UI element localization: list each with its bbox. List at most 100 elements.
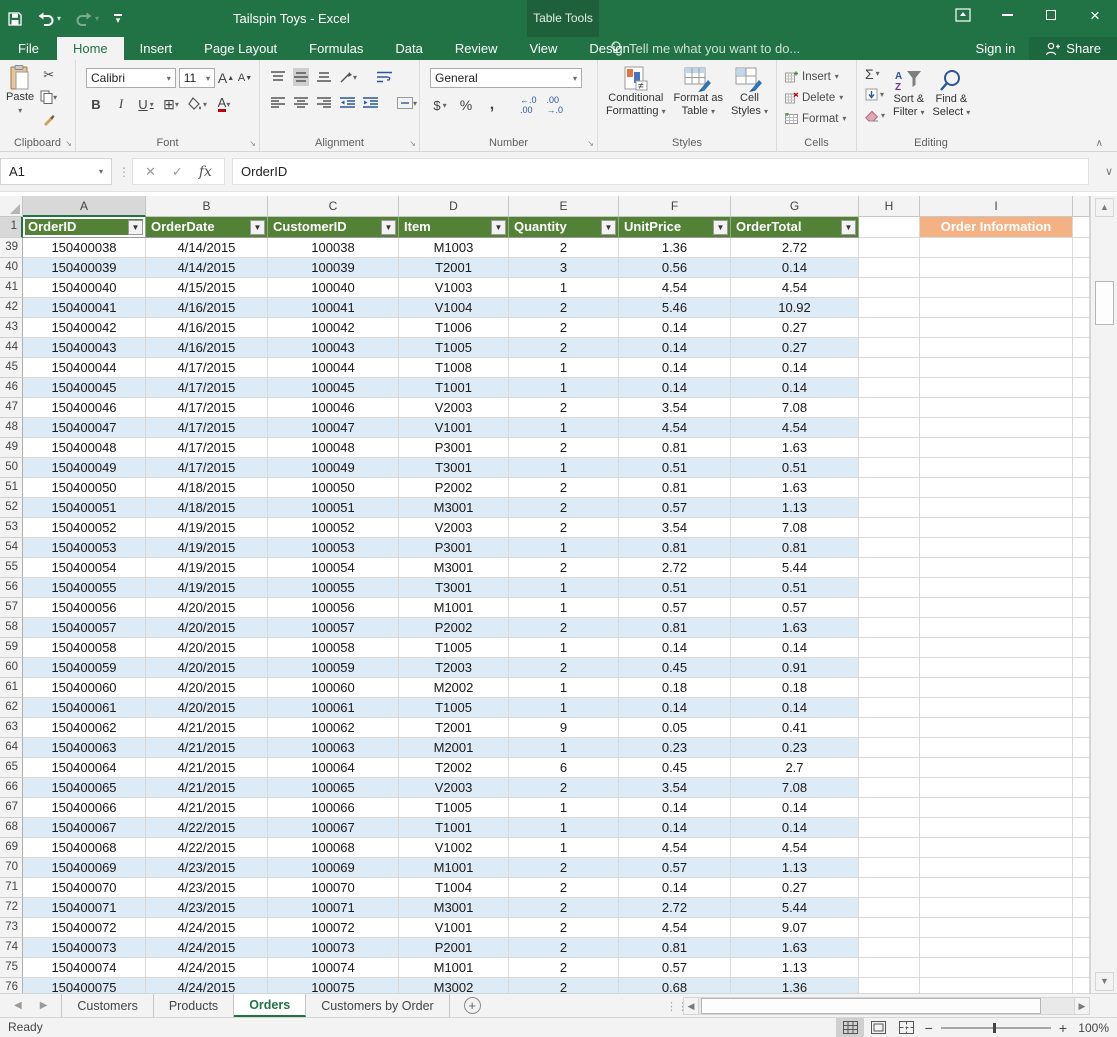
- cell-E52[interactable]: 2: [509, 498, 619, 518]
- cell-E67[interactable]: 1: [509, 798, 619, 818]
- cell-partial[interactable]: [1073, 558, 1090, 578]
- tab-formulas[interactable]: Formulas: [293, 37, 379, 60]
- cell-G67[interactable]: 0.14: [731, 798, 859, 818]
- cell-E59[interactable]: 1: [509, 638, 619, 658]
- cell-H45[interactable]: [859, 358, 920, 378]
- row-header-1[interactable]: 1: [0, 217, 23, 238]
- cell-G59[interactable]: 0.14: [731, 638, 859, 658]
- cell-B62[interactable]: 4/20/2015: [146, 698, 268, 718]
- cell-E69[interactable]: 1: [509, 838, 619, 858]
- cell-G69[interactable]: 4.54: [731, 838, 859, 858]
- cell-A62[interactable]: 150400061: [23, 698, 146, 718]
- select-all-corner[interactable]: [0, 196, 23, 217]
- scroll-down-arrow[interactable]: ▼: [1095, 972, 1114, 991]
- cell-G64[interactable]: 0.23: [731, 738, 859, 758]
- cell-E63[interactable]: 9: [509, 718, 619, 738]
- cell-A75[interactable]: 150400074: [23, 958, 146, 978]
- cell-F76[interactable]: 0.68: [619, 978, 731, 993]
- cell-F58[interactable]: 0.81: [619, 618, 731, 638]
- cell-F62[interactable]: 0.14: [619, 698, 731, 718]
- row-header-50[interactable]: 50: [0, 458, 23, 478]
- cell-B47[interactable]: 4/17/2015: [146, 398, 268, 418]
- cell-C55[interactable]: 100054: [268, 558, 399, 578]
- cell-styles-button[interactable]: CellStyles ▾: [731, 62, 768, 118]
- cell-H73[interactable]: [859, 918, 920, 938]
- filter-button-orderid[interactable]: ▼: [128, 220, 143, 235]
- find-select-button[interactable]: Find &Select ▾: [933, 64, 971, 125]
- cell-partial[interactable]: [1073, 938, 1090, 958]
- cell-F48[interactable]: 4.54: [619, 418, 731, 438]
- zoom-out-button[interactable]: −: [925, 1020, 933, 1036]
- cell-A72[interactable]: 150400071: [23, 898, 146, 918]
- tab-insert[interactable]: Insert: [124, 37, 189, 60]
- row-header-74[interactable]: 74: [0, 938, 23, 958]
- cell-D70[interactable]: M1001: [399, 858, 509, 878]
- formula-bar-handle[interactable]: ⋮: [118, 158, 130, 185]
- cell-partial[interactable]: [1073, 818, 1090, 838]
- cell-H50[interactable]: [859, 458, 920, 478]
- clipboard-dialog-launcher[interactable]: ↘: [65, 139, 72, 148]
- cell-partial[interactable]: [1073, 838, 1090, 858]
- cell-H71[interactable]: [859, 878, 920, 898]
- cell-F47[interactable]: 3.54: [619, 398, 731, 418]
- table-header-quantity[interactable]: Quantity▼: [509, 217, 619, 238]
- cell-F72[interactable]: 2.72: [619, 898, 731, 918]
- tab-page-layout[interactable]: Page Layout: [188, 37, 293, 60]
- row-header-57[interactable]: 57: [0, 598, 23, 618]
- filter-button-ordertotal[interactable]: ▼: [841, 220, 856, 235]
- cell-C62[interactable]: 100061: [268, 698, 399, 718]
- row-header-60[interactable]: 60: [0, 658, 23, 678]
- cell-partial[interactable]: [1073, 238, 1090, 258]
- italic-button[interactable]: I: [113, 95, 129, 113]
- row-header-76[interactable]: 76: [0, 978, 23, 993]
- cell-I61[interactable]: [920, 678, 1073, 698]
- cell-G39[interactable]: 2.72: [731, 238, 859, 258]
- cell-partial[interactable]: [1073, 918, 1090, 938]
- page-break-view-button[interactable]: [892, 1018, 920, 1037]
- filter-button-orderdate[interactable]: ▼: [250, 220, 265, 235]
- orientation-button[interactable]: ▾: [339, 68, 357, 86]
- cell-partial[interactable]: [1073, 858, 1090, 878]
- cell-D39[interactable]: M1003: [399, 238, 509, 258]
- cell-partial[interactable]: [1073, 578, 1090, 598]
- cell-G51[interactable]: 1.63: [731, 478, 859, 498]
- cell-H44[interactable]: [859, 338, 920, 358]
- cell-B69[interactable]: 4/22/2015: [146, 838, 268, 858]
- cell-D53[interactable]: V2003: [399, 518, 509, 538]
- cell-E54[interactable]: 1: [509, 538, 619, 558]
- cell-B49[interactable]: 4/17/2015: [146, 438, 268, 458]
- cell-E57[interactable]: 1: [509, 598, 619, 618]
- cell-F65[interactable]: 0.45: [619, 758, 731, 778]
- cell-B74[interactable]: 4/24/2015: [146, 938, 268, 958]
- borders-button[interactable]: ⊞▾: [163, 95, 179, 113]
- cell-partial[interactable]: [1073, 278, 1090, 298]
- cell-partial[interactable]: [1073, 458, 1090, 478]
- cell-I64[interactable]: [920, 738, 1073, 758]
- cell-I68[interactable]: [920, 818, 1073, 838]
- cell-partial[interactable]: [1073, 738, 1090, 758]
- cell-B65[interactable]: 4/21/2015: [146, 758, 268, 778]
- cancel-entry-button[interactable]: ✕: [145, 164, 156, 180]
- cell-F64[interactable]: 0.23: [619, 738, 731, 758]
- row-header-48[interactable]: 48: [0, 418, 23, 438]
- cell-F44[interactable]: 0.14: [619, 338, 731, 358]
- cell-B46[interactable]: 4/17/2015: [146, 378, 268, 398]
- cell-A71[interactable]: 150400070: [23, 878, 146, 898]
- cell-H48[interactable]: [859, 418, 920, 438]
- font-dialog-launcher[interactable]: ↘: [249, 139, 256, 148]
- cell-G70[interactable]: 1.13: [731, 858, 859, 878]
- cell-partial[interactable]: [1073, 778, 1090, 798]
- cell-partial[interactable]: [1073, 798, 1090, 818]
- cell-partial[interactable]: [1073, 418, 1090, 438]
- cell-I52[interactable]: [920, 498, 1073, 518]
- cell-B59[interactable]: 4/20/2015: [146, 638, 268, 658]
- cell-I47[interactable]: [920, 398, 1073, 418]
- number-dialog-launcher[interactable]: ↘: [587, 139, 594, 148]
- cell-G60[interactable]: 0.91: [731, 658, 859, 678]
- cell-D54[interactable]: P3001: [399, 538, 509, 558]
- cell-F40[interactable]: 0.56: [619, 258, 731, 278]
- cell-I40[interactable]: [920, 258, 1073, 278]
- cell-C74[interactable]: 100073: [268, 938, 399, 958]
- save-button[interactable]: [0, 0, 30, 37]
- cell-D76[interactable]: M3002: [399, 978, 509, 993]
